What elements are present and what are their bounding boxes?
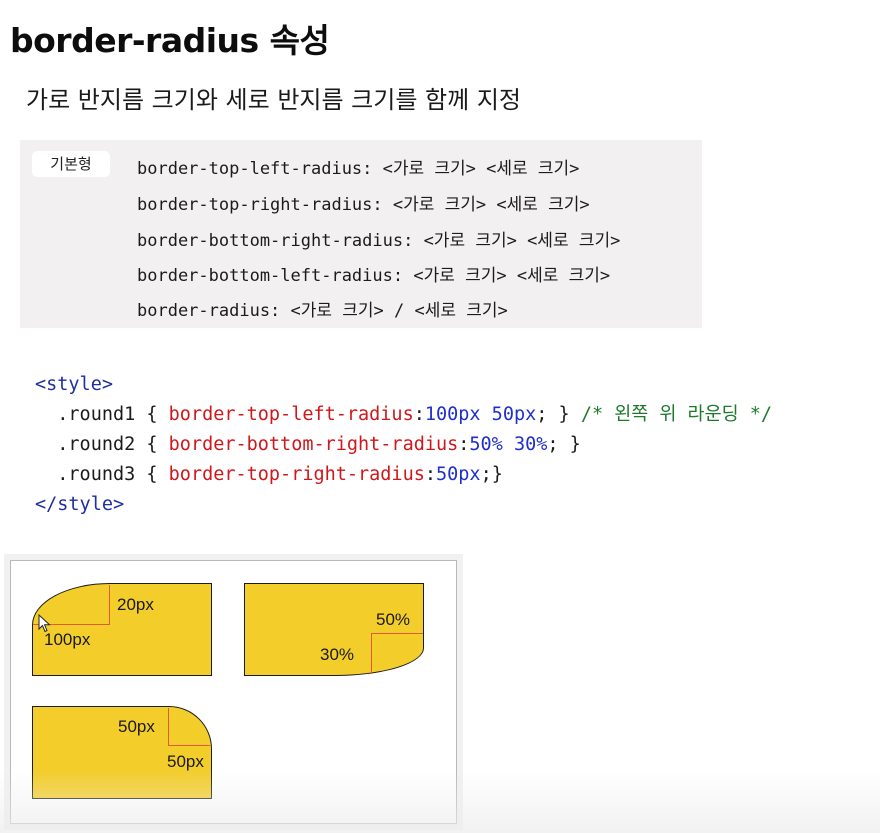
code-selector: .round1 <box>57 404 136 425</box>
code-value: 50px <box>436 464 481 485</box>
code-comment: /* 왼쪽 위 라운딩 */ <box>580 404 773 425</box>
code-property: border-top-left-radius <box>168 404 414 425</box>
box3-label-vertical: 50px <box>167 752 204 771</box>
code-property: border-bottom-right-radius <box>168 434 459 455</box>
syntax-line: border-bottom-left-radius: <가로 크기> <세로 크… <box>137 266 611 286</box>
code-value: 50% 30% <box>469 434 548 455</box>
box3-label-horizontal: 50px <box>118 717 155 736</box>
box2-label-vertical: 50% <box>376 610 411 629</box>
code-property: border-top-right-radius <box>168 464 425 485</box>
mouse-pointer-icon <box>38 614 51 633</box>
code-value: 100px 50px <box>424 404 537 425</box>
code-selector: .round3 <box>57 464 136 485</box>
radius-guide <box>371 633 423 674</box>
syntax-line: border-top-right-radius: <가로 크기> <세로 크기> <box>137 195 590 215</box>
code-selector: .round2 <box>57 434 136 455</box>
box2-label-horizontal: 30% <box>320 645 355 664</box>
syntax-line: border-bottom-right-radius: <가로 크기> <세로 … <box>137 231 621 251</box>
code-close-tag: </style> <box>35 494 125 515</box>
code-rule-end: ;} <box>480 464 503 485</box>
radius-guide <box>168 708 210 746</box>
code-rule-end: ; } <box>547 434 581 455</box>
page-title: border-radius 속성 <box>10 21 330 60</box>
syntax-box: 기본형 border-top-left-radius: <가로 크기> <세로 … <box>20 140 702 328</box>
box1-label-vertical: 20px <box>117 595 154 614</box>
code-rule-end: ; } <box>536 404 570 425</box>
syntax-line: border-top-left-radius: <가로 크기> <세로 크기> <box>137 159 580 179</box>
code-block: <style> .round1 { border-top-left-radius… <box>35 374 773 515</box>
page-subtitle: 가로 반지름 크기와 세로 반지름 크기를 함께 지정 <box>26 86 522 114</box>
syntax-line: border-radius: <가로 크기> / <세로 크기> <box>137 301 508 321</box>
syntax-badge: 기본형 <box>32 151 110 177</box>
code-open-tag: <style> <box>35 374 113 395</box>
